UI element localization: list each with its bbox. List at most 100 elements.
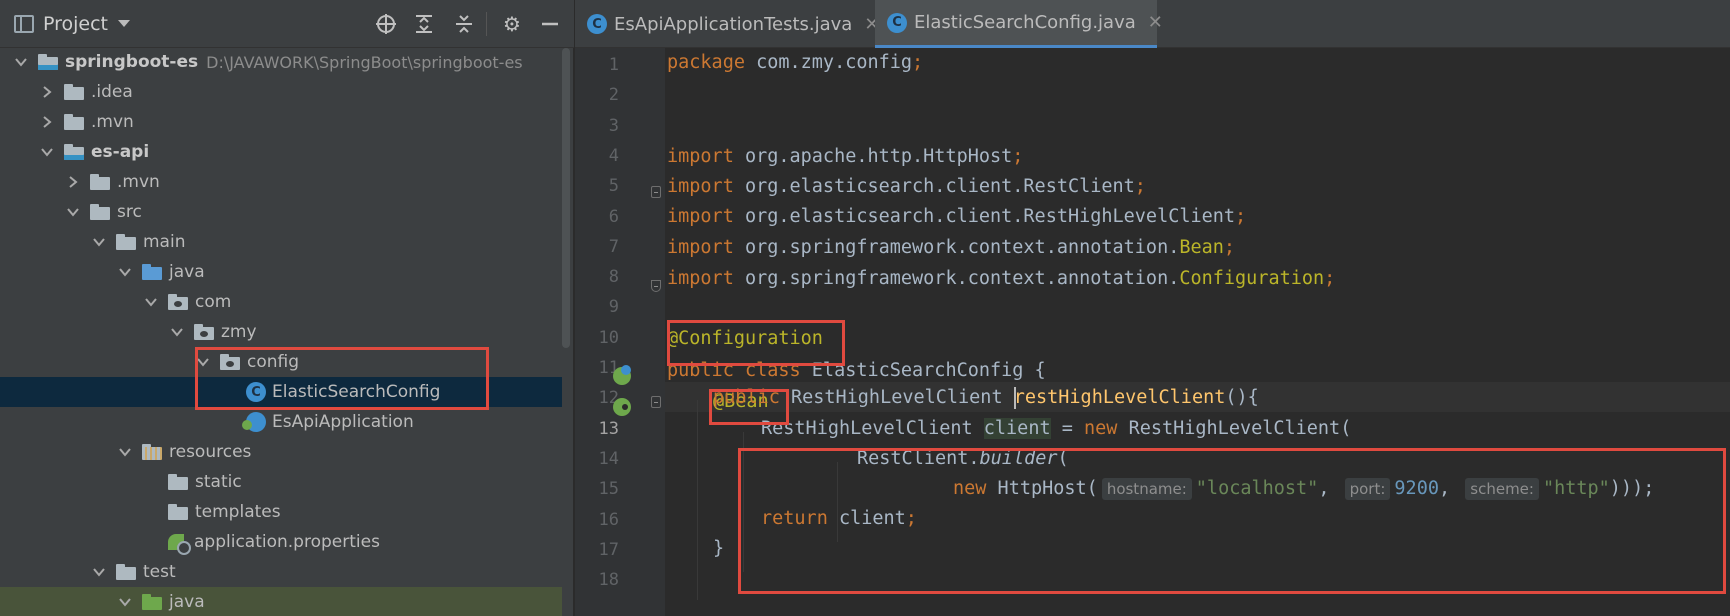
- code-line-17: return client;: [761, 508, 917, 529]
- tree-item-resources[interactable]: resources: [0, 437, 562, 467]
- folder-icon: [64, 84, 86, 100]
- tree-item-elasticsearchconfig[interactable]: C ElasticSearchConfig: [0, 377, 562, 407]
- tree-item-label: src: [117, 202, 142, 222]
- code-line-15: RestClient.builder(: [857, 448, 1069, 469]
- tab-esapiapplicationtests[interactable]: C EsApiApplicationTests.java ✕: [575, 0, 879, 48]
- chevron-down-icon[interactable]: [92, 565, 106, 579]
- fold-marker-icon[interactable]: [651, 186, 661, 198]
- chevron-down-icon[interactable]: [144, 295, 158, 309]
- collapse-all-icon[interactable]: [452, 12, 476, 36]
- line-number: 2: [608, 85, 619, 106]
- chevron-down-icon[interactable]: [118, 595, 132, 609]
- tab-label: ElasticSearchConfig.java: [914, 12, 1136, 33]
- tree-item-label: EsApiApplication: [272, 412, 414, 432]
- folder-icon: [90, 204, 112, 220]
- hide-icon[interactable]: [538, 12, 562, 36]
- indent-guide: [743, 432, 744, 572]
- project-path: D:\JAVAWORK\SpringBoot\springboot-es: [206, 52, 523, 72]
- tree-item-label: static: [195, 472, 242, 492]
- tree-item-main[interactable]: main: [0, 227, 562, 257]
- chevron-down-icon[interactable]: [196, 355, 210, 369]
- tree-item-label: resources: [169, 442, 252, 462]
- chevron-down-icon: [118, 20, 131, 27]
- close-icon[interactable]: ✕: [1148, 12, 1163, 33]
- project-tool-window: Project ⚙ springboot-es D:\JAVAWORK\Sprin…: [0, 0, 574, 616]
- tree-item-label: java: [169, 592, 205, 612]
- tree-item-esapiapplication[interactable]: EsApiApplication: [0, 407, 562, 437]
- fold-marker-icon[interactable]: [651, 396, 661, 408]
- code-line-18: }: [713, 538, 725, 559]
- code-editor[interactable]: 1 2 3 4 5 6 7 8 9 10 11 12 13 14 15 16 17 18 package com.…: [575, 48, 1730, 616]
- locate-icon[interactable]: [374, 12, 398, 36]
- chevron-right-icon[interactable]: [66, 175, 80, 189]
- chevron-down-icon[interactable]: [118, 265, 132, 279]
- chevron-down-icon[interactable]: [14, 55, 28, 69]
- hostname-param-hint: hostname:: [1101, 478, 1192, 500]
- class-icon: C: [246, 382, 266, 402]
- gear-icon[interactable]: ⚙: [500, 12, 524, 36]
- tree-item-com[interactable]: com: [0, 287, 562, 317]
- chevron-down-icon[interactable]: [40, 145, 54, 159]
- tree-item-label: es-api: [91, 142, 150, 162]
- resources-folder-icon: [142, 444, 164, 460]
- tree-item-zmy[interactable]: zmy: [0, 317, 562, 347]
- line-number: 4: [608, 145, 619, 166]
- expand-all-icon[interactable]: [412, 12, 436, 36]
- tab-label: EsApiApplicationTests.java: [614, 13, 853, 35]
- code-line-16: new HttpHost(hostname: "localhost", port:…: [953, 478, 1655, 500]
- folder-icon: [168, 504, 190, 520]
- tree-item-label: test: [143, 562, 176, 582]
- code-line-7: import org.springframework.context.annot…: [667, 237, 1236, 258]
- folder-icon: [116, 234, 138, 250]
- spring-bean-method-icon[interactable]: [613, 398, 631, 416]
- editor-gutter: 1 2 3 4 5 6 7 8 9 10 11 12 13 14 15 16 17 18: [575, 48, 665, 616]
- source-folder-icon: [142, 264, 164, 280]
- tree-item-es-api[interactable]: es-api: [0, 137, 562, 167]
- line-number: 7: [608, 236, 619, 257]
- code-line-1: package com.zmy.config;: [667, 52, 924, 73]
- tree-item-templates[interactable]: templates: [0, 497, 562, 527]
- line-number: 8: [608, 267, 619, 288]
- tree-item-label: com: [195, 292, 232, 312]
- tree-item-springboot-es[interactable]: springboot-es D:\JAVAWORK\SpringBoot\spri…: [0, 47, 562, 77]
- tree-item-label: config: [247, 352, 300, 372]
- tree-item-idea[interactable]: .idea: [0, 77, 562, 107]
- code-line-11: public class ElasticSearchConfig {: [667, 360, 1046, 381]
- code-line-6: import org.elasticsearch.client.RestHigh…: [667, 206, 1247, 227]
- tree-item-src[interactable]: src: [0, 197, 562, 227]
- tree-item-mvn[interactable]: .mvn: [0, 107, 562, 137]
- folder-icon: [168, 474, 190, 490]
- tree-item-label: ElasticSearchConfig: [272, 382, 441, 402]
- line-number: 17: [598, 539, 619, 560]
- tree-item-label: java: [169, 262, 205, 282]
- test-source-folder-icon: [142, 594, 164, 610]
- project-view-selector[interactable]: Project: [14, 13, 131, 35]
- chevron-down-icon[interactable]: [92, 235, 106, 249]
- chevron-down-icon[interactable]: [118, 445, 132, 459]
- spring-properties-icon: [168, 532, 191, 555]
- tree-item-java[interactable]: java: [0, 587, 562, 616]
- tree-item-config[interactable]: config: [0, 347, 562, 377]
- chevron-right-icon[interactable]: [40, 115, 54, 129]
- tree-item-label: templates: [195, 502, 281, 522]
- tree-item-java[interactable]: java: [0, 257, 562, 287]
- spring-bean-gutter-icon[interactable]: [613, 365, 631, 385]
- line-number: 10: [598, 327, 619, 348]
- line-number: 13: [598, 418, 619, 439]
- chevron-down-icon[interactable]: [66, 205, 80, 219]
- chevron-right-icon[interactable]: [40, 85, 54, 99]
- tree-scrollbar[interactable]: [562, 48, 570, 348]
- code-line-14: RestHighLevelClient client = new RestHig…: [761, 418, 1352, 439]
- line-number: 15: [598, 479, 619, 500]
- fold-marker-icon[interactable]: [651, 280, 661, 292]
- tree-item-application-properties[interactable]: application.properties: [0, 527, 562, 557]
- code-line-4: import org.apache.http.HttpHost;: [667, 146, 1024, 167]
- tree-item-static[interactable]: static: [0, 467, 562, 497]
- chevron-down-icon[interactable]: [170, 325, 184, 339]
- line-number: 14: [598, 448, 619, 469]
- tab-elasticsearchconfig[interactable]: C ElasticSearchConfig.java ✕: [875, 0, 1163, 48]
- tree-item-mvn[interactable]: .mvn: [0, 167, 562, 197]
- line-number: 6: [608, 206, 619, 227]
- folder-icon: [90, 174, 112, 190]
- tree-item-test[interactable]: test: [0, 557, 562, 587]
